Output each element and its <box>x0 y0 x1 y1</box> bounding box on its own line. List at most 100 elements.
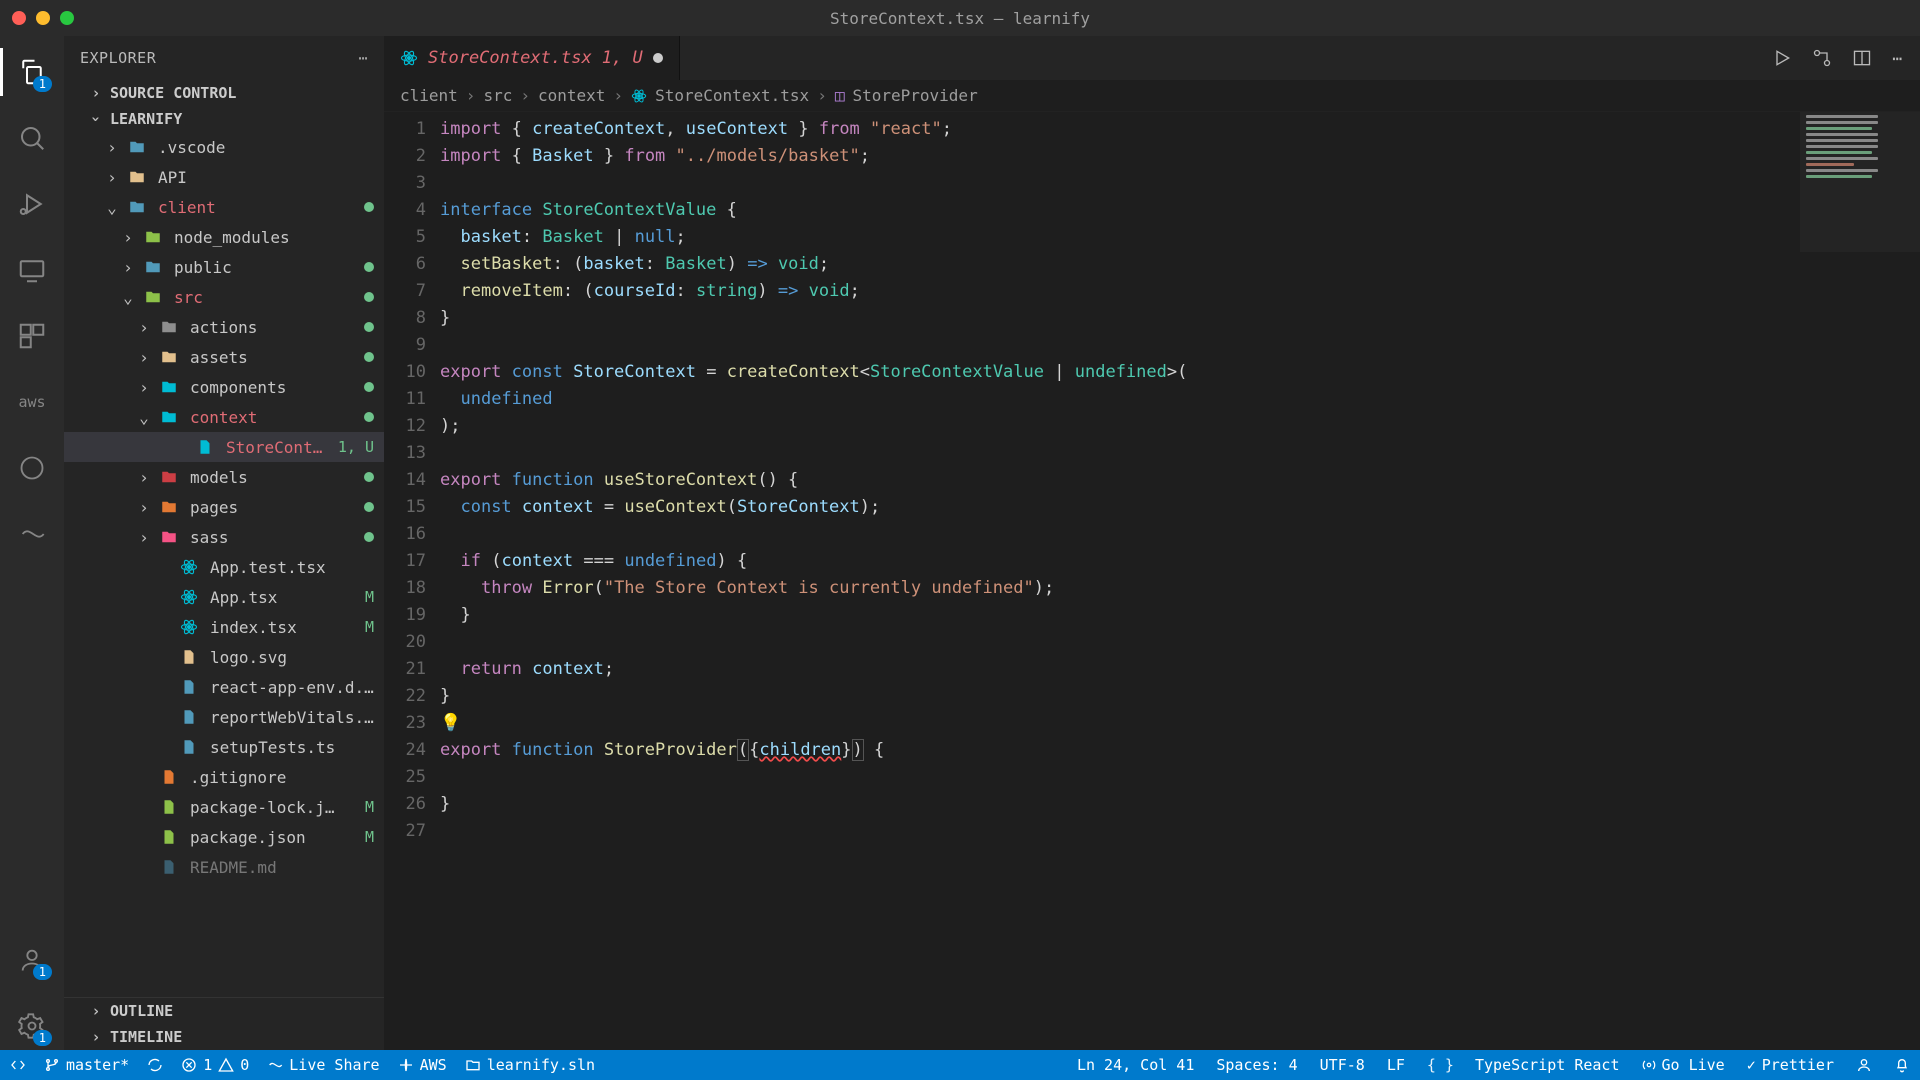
section-source-control[interactable]: › SOURCE CONTROL <box>64 80 384 106</box>
editor-tab[interactable]: StoreContext.tsx 1, U <box>384 36 680 80</box>
folder-item[interactable]: ⌄src <box>64 282 384 312</box>
more-icon[interactable]: ⋯ <box>1892 49 1902 68</box>
folder-item[interactable]: ⌄client <box>64 192 384 222</box>
folder-item[interactable]: ›API <box>64 162 384 192</box>
section-label: OUTLINE <box>110 1002 173 1020</box>
file-item[interactable]: package.json M <box>64 822 384 852</box>
section-project[interactable]: › LEARNIFY <box>64 106 384 132</box>
aws-status[interactable]: AWS <box>398 1056 447 1074</box>
remote-indicator[interactable] <box>10 1057 26 1073</box>
search-activity[interactable] <box>0 114 64 162</box>
eol[interactable]: LF <box>1387 1056 1405 1074</box>
file-item[interactable]: react-app-env.d.ts <box>64 672 384 702</box>
item-label: App.tsx <box>210 588 357 607</box>
lightbulb-icon[interactable]: 💡 <box>440 710 461 737</box>
crumb[interactable]: client <box>400 86 458 105</box>
item-label: src <box>174 288 356 307</box>
git-branch[interactable]: master* <box>44 1056 129 1074</box>
aws-activity[interactable]: aws <box>0 378 64 426</box>
maximize-window-button[interactable] <box>60 11 74 25</box>
explorer-sidebar: EXPLORER ⋯ › SOURCE CONTROL › LEARNIFY ›… <box>64 36 384 1050</box>
remote-activity[interactable] <box>0 246 64 294</box>
feedback-icon[interactable] <box>1856 1057 1872 1073</box>
crumb[interactable]: context <box>538 86 605 105</box>
problems[interactable]: 1 0 <box>181 1056 249 1074</box>
chevron-icon: › <box>104 168 120 187</box>
minimap[interactable] <box>1800 112 1920 252</box>
folder-item[interactable]: ›.vscode <box>64 132 384 162</box>
file-item[interactable]: reportWebVitals.ts <box>64 702 384 732</box>
file-icon <box>160 828 182 846</box>
folder-icon <box>160 408 182 426</box>
language-mode[interactable]: { } TypeScript React <box>1427 1056 1620 1074</box>
sidebar-header: EXPLORER ⋯ <box>64 36 384 80</box>
section-timeline[interactable]: › TIMELINE <box>64 1024 384 1050</box>
file-icon <box>160 768 182 786</box>
statusbar: master* 1 0 Live Share AWS learnify.sln … <box>0 1050 1920 1080</box>
dirty-dot-icon <box>653 53 663 63</box>
folder-item[interactable]: ›models <box>64 462 384 492</box>
split-icon[interactable] <box>1852 48 1872 68</box>
section-outline[interactable]: › OUTLINE <box>64 997 384 1024</box>
folder-item[interactable]: ›components <box>64 372 384 402</box>
bell-icon[interactable] <box>1894 1057 1910 1073</box>
cursor-position[interactable]: Ln 24, Col 41 <box>1077 1056 1194 1074</box>
encoding[interactable]: UTF-8 <box>1320 1056 1365 1074</box>
folder-item[interactable]: ⌄context <box>64 402 384 432</box>
explorer-activity[interactable]: 1 <box>0 48 64 96</box>
file-item[interactable]: setupTests.ts <box>64 732 384 762</box>
file-item[interactable]: README.md <box>64 852 384 882</box>
indentation[interactable]: Spaces: 4 <box>1216 1056 1297 1074</box>
file-item[interactable]: logo.svg <box>64 642 384 672</box>
titlebar: StoreContext.tsx — learnify <box>0 0 1920 36</box>
crumb[interactable]: StoreProvider <box>852 86 977 105</box>
go-live[interactable]: Go Live <box>1642 1056 1725 1074</box>
github-activity[interactable] <box>0 444 64 492</box>
file-item[interactable]: package-lock.j…M <box>64 792 384 822</box>
settings-activity[interactable]: 1 <box>0 1002 64 1050</box>
prettier[interactable]: ✓ Prettier <box>1747 1056 1834 1074</box>
folder-icon <box>144 288 166 306</box>
code-content[interactable]: import { createContext, useContext } fro… <box>440 112 1920 1050</box>
sync-icon[interactable] <box>147 1057 163 1073</box>
folder-item[interactable]: ›node_modules <box>64 222 384 252</box>
modified-dot-icon <box>364 322 374 332</box>
chevron-icon: › <box>120 258 136 277</box>
chevron-icon: › <box>120 228 136 247</box>
symbol-icon: ◫ <box>835 86 845 105</box>
minimize-window-button[interactable] <box>36 11 50 25</box>
liveshare[interactable]: Live Share <box>267 1056 379 1074</box>
git-status: M <box>365 828 374 846</box>
folder-item[interactable]: ›sass <box>64 522 384 552</box>
crumb[interactable]: src <box>483 86 512 105</box>
folder-item[interactable]: ›actions <box>64 312 384 342</box>
item-label: models <box>190 468 356 487</box>
extensions-activity[interactable] <box>0 312 64 360</box>
file-item[interactable]: StoreConte…1, U <box>64 432 384 462</box>
editor-area: StoreContext.tsx 1, U ⋯ client› src› con… <box>384 36 1920 1050</box>
breadcrumbs[interactable]: client› src› context› StoreContext.tsx› … <box>384 80 1920 112</box>
run-icon[interactable] <box>1772 48 1792 68</box>
folder-item[interactable]: ›pages <box>64 492 384 522</box>
accounts-activity[interactable]: 1 <box>0 936 64 984</box>
folder-item[interactable]: ›assets <box>64 342 384 372</box>
file-item[interactable]: .gitignore <box>64 762 384 792</box>
crumb[interactable]: StoreContext.tsx <box>655 86 809 105</box>
file-icon <box>180 738 202 756</box>
compare-icon[interactable] <box>1812 48 1832 68</box>
solution[interactable]: learnify.sln <box>465 1056 595 1074</box>
file-item[interactable]: index.tsxM <box>64 612 384 642</box>
item-label: logo.svg <box>210 648 374 667</box>
code-editor[interactable]: 1 2 3 4 5 6 7 8 9 10 11 12 13 14 15 16 1… <box>384 112 1920 1050</box>
item-label: StoreConte… <box>226 438 330 457</box>
share-activity[interactable] <box>0 510 64 558</box>
chevron-right-icon: › <box>88 1002 104 1020</box>
folder-item[interactable]: ›public <box>64 252 384 282</box>
file-item[interactable]: App.test.tsx <box>64 552 384 582</box>
file-item[interactable]: App.tsxM <box>64 582 384 612</box>
folder-icon <box>160 348 182 366</box>
close-window-button[interactable] <box>12 11 26 25</box>
more-icon[interactable]: ⋯ <box>358 49 368 67</box>
run-debug-activity[interactable] <box>0 180 64 228</box>
item-label: package.json <box>190 828 357 847</box>
